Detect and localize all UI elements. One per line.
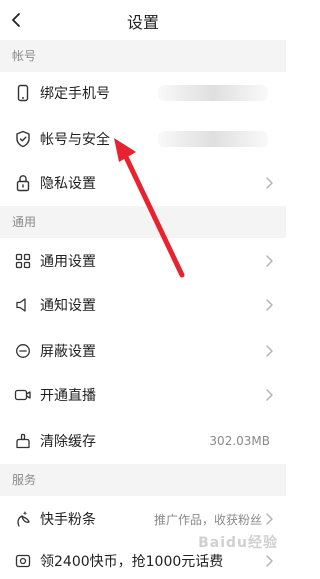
row-privacy-settings[interactable]: 隐私设置 xyxy=(0,162,286,204)
row-account-security[interactable]: 帐号与安全 xyxy=(0,118,286,160)
row-label: 帐号与安全 xyxy=(40,132,110,148)
coin-card-icon xyxy=(14,552,32,570)
speaker-icon xyxy=(14,296,32,314)
blurred-phone-number xyxy=(158,85,268,101)
shield-icon xyxy=(14,130,32,148)
phone-icon xyxy=(14,84,32,102)
block-icon xyxy=(14,342,32,360)
row-label: 清除缓存 xyxy=(40,434,96,450)
row-label: 通知设置 xyxy=(40,298,96,314)
chevron-right-icon xyxy=(266,513,273,525)
row-general-settings[interactable]: 通用设置 xyxy=(0,240,286,282)
section-header-account: 帐号 xyxy=(0,40,286,72)
row-label: 通用设置 xyxy=(40,254,96,270)
row-label: 领2400快币，抢1000元话费 xyxy=(40,553,224,570)
row-label: 屏蔽设置 xyxy=(40,344,96,360)
row-label: 开通直播 xyxy=(40,388,96,404)
broom-icon xyxy=(14,432,32,450)
chevron-right-icon xyxy=(266,554,273,567)
blurred-status xyxy=(158,131,268,147)
row-bind-phone[interactable]: 绑定手机号 xyxy=(0,72,286,114)
row-open-live[interactable]: 开通直播 xyxy=(0,374,286,416)
chevron-right-icon xyxy=(266,255,273,267)
lock-icon xyxy=(14,174,32,192)
chevron-right-icon xyxy=(266,299,273,311)
chevron-right-icon xyxy=(266,177,273,189)
cache-size-value: 302.03MB xyxy=(209,434,270,448)
row-label: 绑定手机号 xyxy=(40,86,110,102)
section-header-services: 服务 xyxy=(0,464,286,496)
row-promo-text: 推广作品，收获粉丝 xyxy=(153,512,262,527)
row-label: 隐私设置 xyxy=(40,176,96,192)
row-block-settings[interactable]: 屏蔽设置 xyxy=(0,330,286,372)
grid-icon xyxy=(14,252,32,270)
section-header-general: 通用 xyxy=(0,206,286,238)
chevron-right-icon xyxy=(266,345,273,357)
chevron-right-icon xyxy=(266,389,273,401)
header: 设置 xyxy=(0,0,286,40)
video-icon xyxy=(14,386,32,404)
watermark: Baidu经验 xyxy=(198,535,278,551)
page-title: 设置 xyxy=(126,13,159,32)
row-label: 快手粉条 xyxy=(40,512,96,528)
row-clear-cache[interactable]: 清除缓存 302.03MB xyxy=(0,420,286,462)
row-notification-settings[interactable]: 通知设置 xyxy=(0,284,286,326)
sparkle-plant-icon xyxy=(14,510,32,528)
